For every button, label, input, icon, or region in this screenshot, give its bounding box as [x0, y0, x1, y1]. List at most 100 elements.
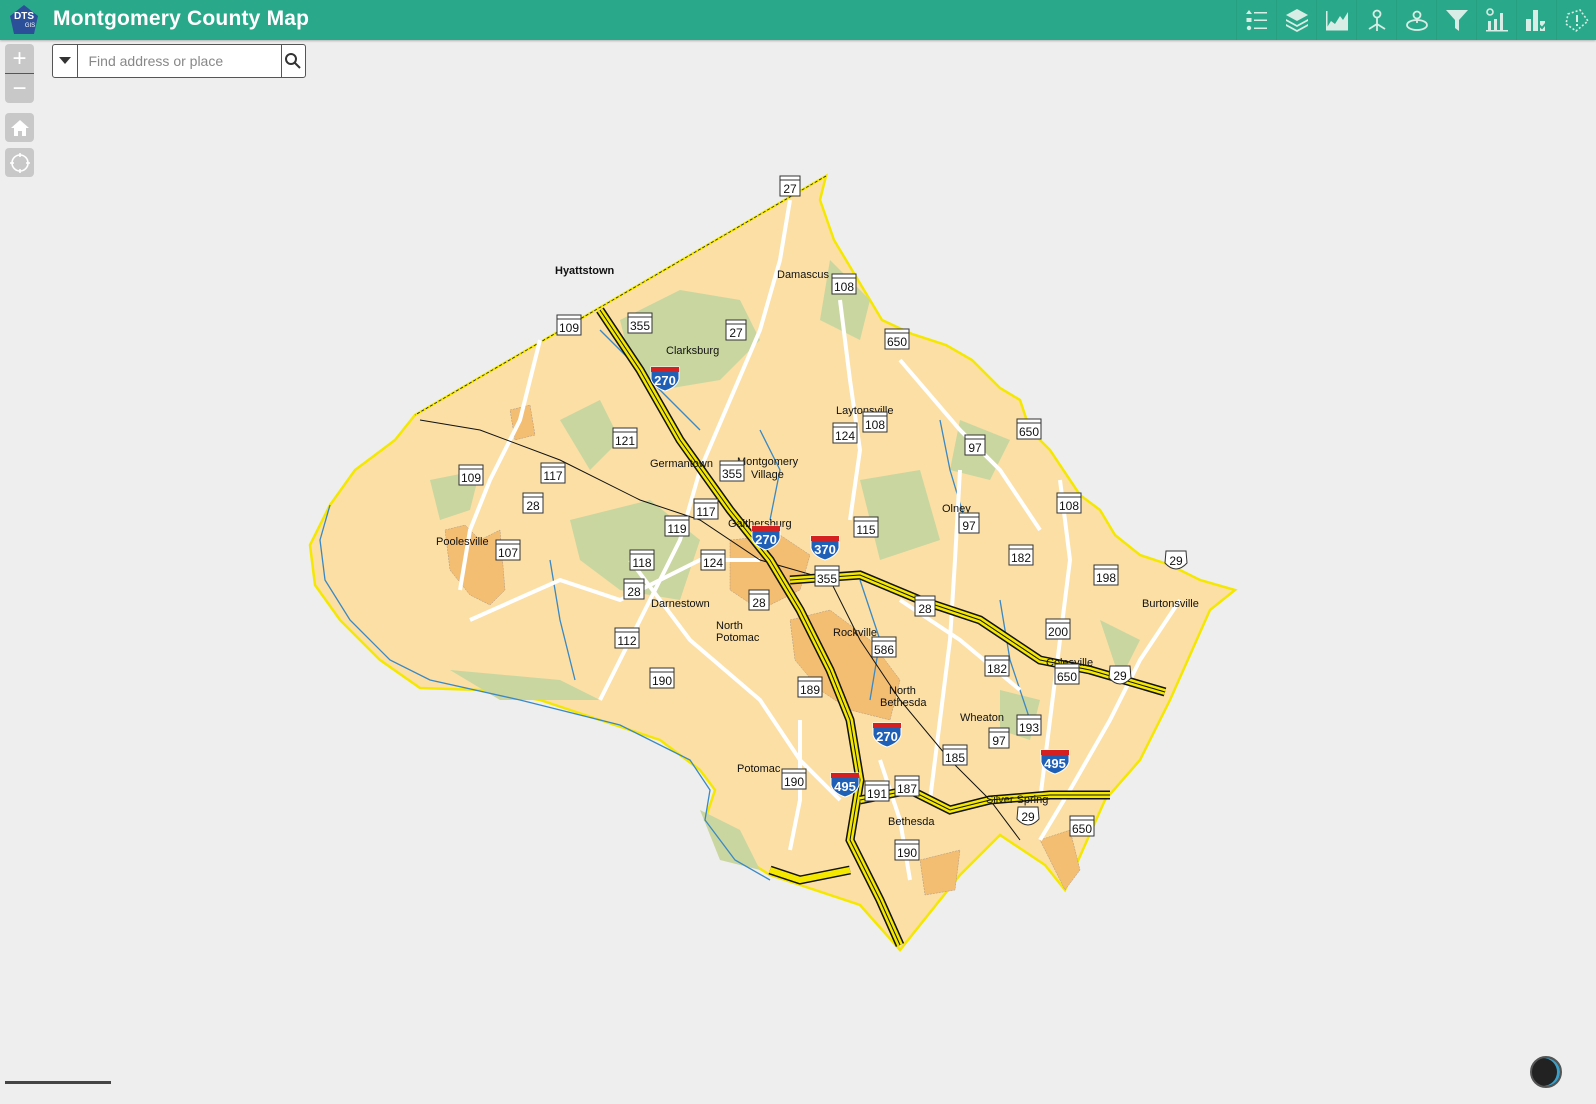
geolocate-area-icon	[1405, 10, 1428, 31]
state-route-shield: 187	[894, 775, 920, 797]
route-number: 270	[876, 729, 898, 744]
place-label: Bethesda	[880, 697, 927, 709]
caret-down-icon	[58, 57, 71, 64]
state-route-shield: 355	[814, 565, 840, 587]
state-route-shield: 117	[693, 498, 719, 520]
state-route-shield: 121	[612, 427, 638, 449]
logo-subtext: GIS	[25, 23, 35, 29]
home-button[interactable]	[5, 113, 34, 142]
loading-indicator	[1530, 1056, 1562, 1088]
state-route-shield: 109	[556, 314, 582, 336]
route-number: 189	[800, 683, 820, 697]
select-area-icon	[1564, 9, 1589, 33]
filter-icon	[1445, 10, 1468, 31]
interstate-shield: 270	[650, 366, 680, 392]
state-route-shield: 190	[649, 667, 675, 689]
state-route-shield: 107	[495, 539, 521, 561]
route-number: 97	[968, 441, 982, 455]
route-number: 28	[918, 602, 932, 616]
search-button[interactable]	[280, 45, 306, 77]
select-area-button[interactable]	[1556, 0, 1596, 40]
state-route-shield: 28	[914, 595, 936, 617]
place-label: Darnestown	[651, 598, 710, 610]
route-number: 200	[1048, 625, 1068, 639]
interstate-shield: 495	[1040, 749, 1070, 775]
route-number: 29	[1169, 554, 1183, 568]
route-number: 117	[696, 505, 715, 519]
elevation-profile-icon	[1325, 11, 1348, 31]
logo-text: DTS	[14, 11, 34, 22]
route-number: 495	[834, 779, 856, 794]
route-number: 191	[867, 787, 887, 801]
state-route-shield: 119	[664, 515, 690, 537]
route-number: 190	[652, 674, 672, 688]
state-route-shield: 28	[748, 589, 770, 611]
state-route-shield: 28	[623, 578, 645, 600]
interstate-shield: 270	[751, 525, 781, 551]
home-icon	[10, 119, 29, 136]
route-number: 97	[992, 734, 1006, 748]
locate-button[interactable]	[5, 148, 34, 177]
route-number: 119	[667, 522, 686, 536]
route-number: 97	[962, 519, 976, 533]
route-number: 190	[897, 846, 917, 860]
route-number: 650	[1019, 425, 1039, 439]
zoom-in-button[interactable]: +	[5, 44, 34, 73]
place-label: Burtonsville	[1142, 598, 1199, 610]
us-route-shield: 29	[1164, 550, 1188, 570]
route-number: 109	[559, 321, 579, 335]
location-share-button[interactable]	[1356, 0, 1396, 40]
state-route-shield: 97	[958, 512, 980, 534]
route-number: 187	[897, 782, 917, 796]
us-route-shield: 29	[1108, 665, 1132, 685]
route-number: 495	[1044, 756, 1066, 771]
zoom-out-button[interactable]: −	[5, 74, 34, 103]
route-number: 182	[987, 662, 1007, 676]
state-route-shield: 27	[779, 175, 801, 197]
layers-button[interactable]	[1276, 0, 1316, 40]
place-label: Montgomery	[737, 456, 799, 468]
route-number: 107	[498, 546, 518, 560]
interstate-shield: 270	[872, 722, 902, 748]
state-route-shield: 112	[614, 627, 640, 649]
state-route-shield: 117	[540, 462, 566, 484]
map-canvas[interactable]: Hyattstown DamascusClarksburgLaytonsville…	[0, 40, 1596, 1104]
place-label: North	[716, 620, 743, 632]
app-header: DTS GIS Montgomery County Map	[0, 0, 1596, 40]
state-route-shield: 97	[964, 434, 986, 456]
route-number: 270	[654, 373, 676, 388]
app-title: Montgomery County Map	[53, 7, 310, 30]
route-number: 29	[1021, 810, 1035, 824]
state-route-shield: 118	[629, 549, 655, 571]
toolbar	[1236, 0, 1596, 40]
search-source-dropdown[interactable]	[53, 45, 78, 77]
place-label: Potomac	[737, 763, 781, 775]
route-number: 198	[1096, 571, 1116, 585]
place-label: Clarksburg	[666, 345, 719, 357]
state-route-shield: 185	[942, 744, 968, 766]
state-route-shield: 355	[719, 460, 745, 482]
route-number: 370	[814, 542, 836, 557]
legend-button[interactable]	[1236, 0, 1276, 40]
state-route-shield: 586	[871, 636, 897, 658]
elevation-profile-button[interactable]	[1316, 0, 1356, 40]
location-chart-button[interactable]	[1476, 0, 1516, 40]
state-route-shield: 200	[1045, 618, 1071, 640]
geolocate-area-button[interactable]	[1396, 0, 1436, 40]
place-label: North	[889, 685, 916, 697]
scale-bar	[5, 1081, 111, 1084]
route-number: 28	[526, 499, 540, 513]
filter-button[interactable]	[1436, 0, 1476, 40]
chart-check-button[interactable]	[1516, 0, 1556, 40]
place-label: Potomac	[716, 632, 760, 644]
state-route-shield: 108	[862, 411, 888, 433]
route-number: 355	[817, 572, 837, 586]
search-input[interactable]	[77, 45, 281, 77]
state-route-shield: 124	[700, 549, 726, 571]
state-route-shield: 97	[988, 727, 1010, 749]
state-route-shield: 108	[831, 273, 857, 295]
route-number: 121	[615, 434, 635, 448]
route-number: 27	[729, 326, 743, 340]
place-label: Rockville	[833, 627, 877, 639]
route-number: 28	[752, 596, 766, 610]
